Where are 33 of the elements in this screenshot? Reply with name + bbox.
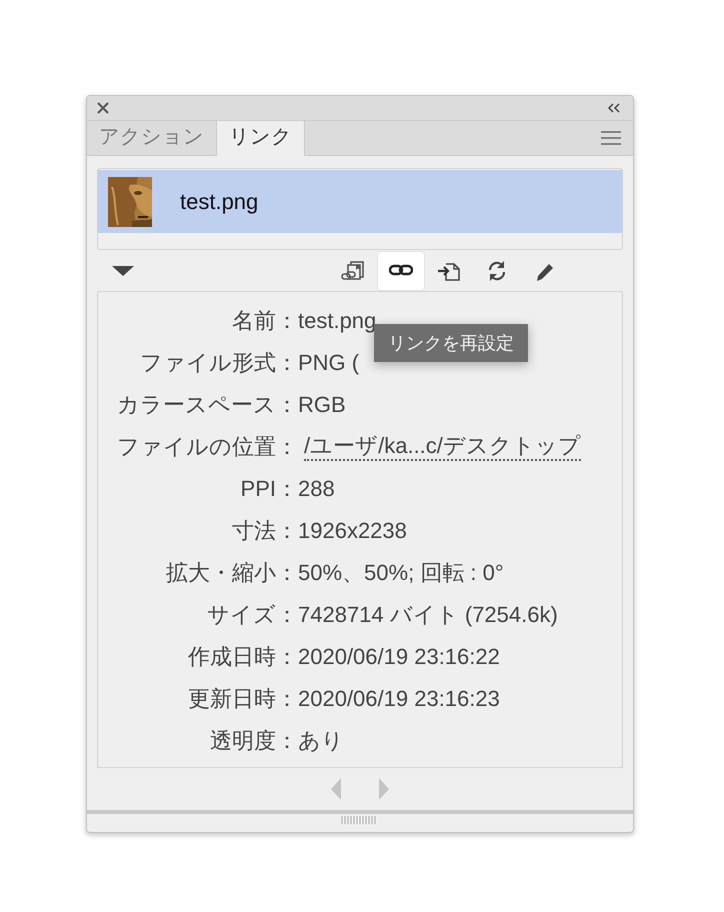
field-label: ファイル形式： <box>139 349 298 377</box>
field-label: 寸法： <box>231 517 298 545</box>
field-value: あり <box>298 727 344 755</box>
close-icon[interactable] <box>97 102 109 114</box>
field-label: 名前： <box>231 307 298 335</box>
field-label: 拡大・縮小： <box>165 559 298 587</box>
field-label: PPI： <box>240 475 298 503</box>
field-value: test.png <box>298 308 376 334</box>
field-value: 288 <box>298 476 335 502</box>
library-link-icon <box>341 260 365 282</box>
field-value: 2020/06/19 23:16:23 <box>298 686 500 712</box>
field-value: RGB <box>298 392 346 418</box>
arrow-into-page-icon <box>437 260 461 282</box>
link-row[interactable]: test.png <box>98 170 622 233</box>
field-value: PNG ( <box>298 350 360 376</box>
field-value: 2020/06/19 23:16:22 <box>298 644 500 670</box>
menu-icon[interactable] <box>601 131 621 145</box>
field-value: 7428714 バイト (7254.6k) <box>298 601 558 629</box>
file-path-link[interactable]: /ユーザ/ka...c/デスクトップ <box>304 433 581 461</box>
collapse-icon[interactable] <box>607 103 621 113</box>
field-label: サイズ： <box>206 601 298 629</box>
tooltip: リンクを再設定 <box>374 324 528 362</box>
toolbar-button[interactable] <box>378 252 424 290</box>
panel-tab[interactable]: リンク <box>217 121 305 156</box>
field-label: 作成日時： <box>187 643 298 671</box>
field-label: 透明度： <box>209 727 298 755</box>
field-label: ファイルの位置： <box>116 433 298 461</box>
field-value: 50%、50%; 回転 : 0° <box>298 559 504 587</box>
field-label: 更新日時： <box>187 685 298 713</box>
field-value: 1926x2238 <box>298 518 407 544</box>
disclosure-triangle-icon[interactable] <box>112 266 134 276</box>
field-label: カラースペース： <box>116 391 298 419</box>
file-name: test.png <box>180 188 258 214</box>
